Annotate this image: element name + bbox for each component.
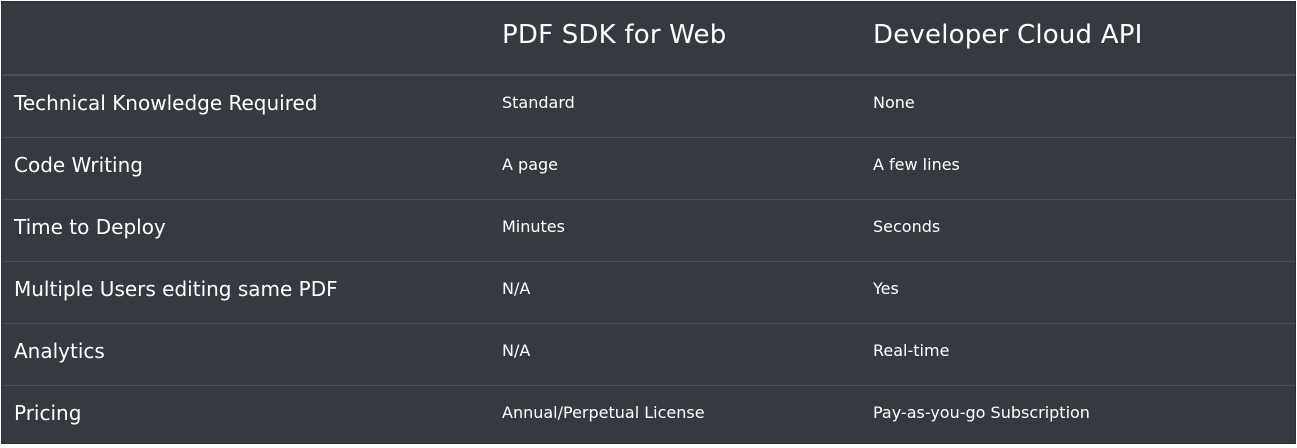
table-row: Analytics N/A Real-time: [2, 324, 1295, 386]
table-row: Technical Knowledge Required Standard No…: [2, 76, 1295, 138]
header-developer-cloud-api: Developer Cloud API: [873, 20, 1143, 50]
table-row: Multiple Users editing same PDF N/A Yes: [2, 262, 1295, 324]
cell-cloud-api-value: A few lines: [873, 155, 960, 174]
cell-pdf-sdk-value: Standard: [502, 93, 575, 112]
cell-cloud-api-value: Yes: [873, 279, 899, 298]
cell-cloud-api-value: None: [873, 93, 915, 112]
table-header-row: PDF SDK for Web Developer Cloud API: [2, 2, 1295, 76]
row-label: Time to Deploy: [14, 215, 166, 239]
row-label: Multiple Users editing same PDF: [14, 277, 338, 301]
row-label: Technical Knowledge Required: [14, 91, 318, 115]
row-label: Code Writing: [14, 153, 143, 177]
cell-cloud-api-value: Pay-as-you-go Subscription: [873, 403, 1090, 422]
comparison-table: PDF SDK for Web Developer Cloud API Tech…: [1, 1, 1296, 444]
table-row: Code Writing A page A few lines: [2, 138, 1295, 200]
row-label: Analytics: [14, 339, 105, 363]
header-pdf-sdk-for-web: PDF SDK for Web: [502, 20, 727, 50]
cell-pdf-sdk-value: Annual/Perpetual License: [502, 403, 705, 422]
cell-cloud-api-value: Seconds: [873, 217, 941, 236]
cell-pdf-sdk-value: Minutes: [502, 217, 565, 236]
row-label: Pricing: [14, 401, 82, 425]
cell-pdf-sdk-value: N/A: [502, 279, 531, 298]
cell-pdf-sdk-value: A page: [502, 155, 558, 174]
cell-pdf-sdk-value: N/A: [502, 341, 531, 360]
table-row: Pricing Annual/Perpetual License Pay-as-…: [2, 386, 1295, 448]
cell-cloud-api-value: Real-time: [873, 341, 950, 360]
table-row: Time to Deploy Minutes Seconds: [2, 200, 1295, 262]
